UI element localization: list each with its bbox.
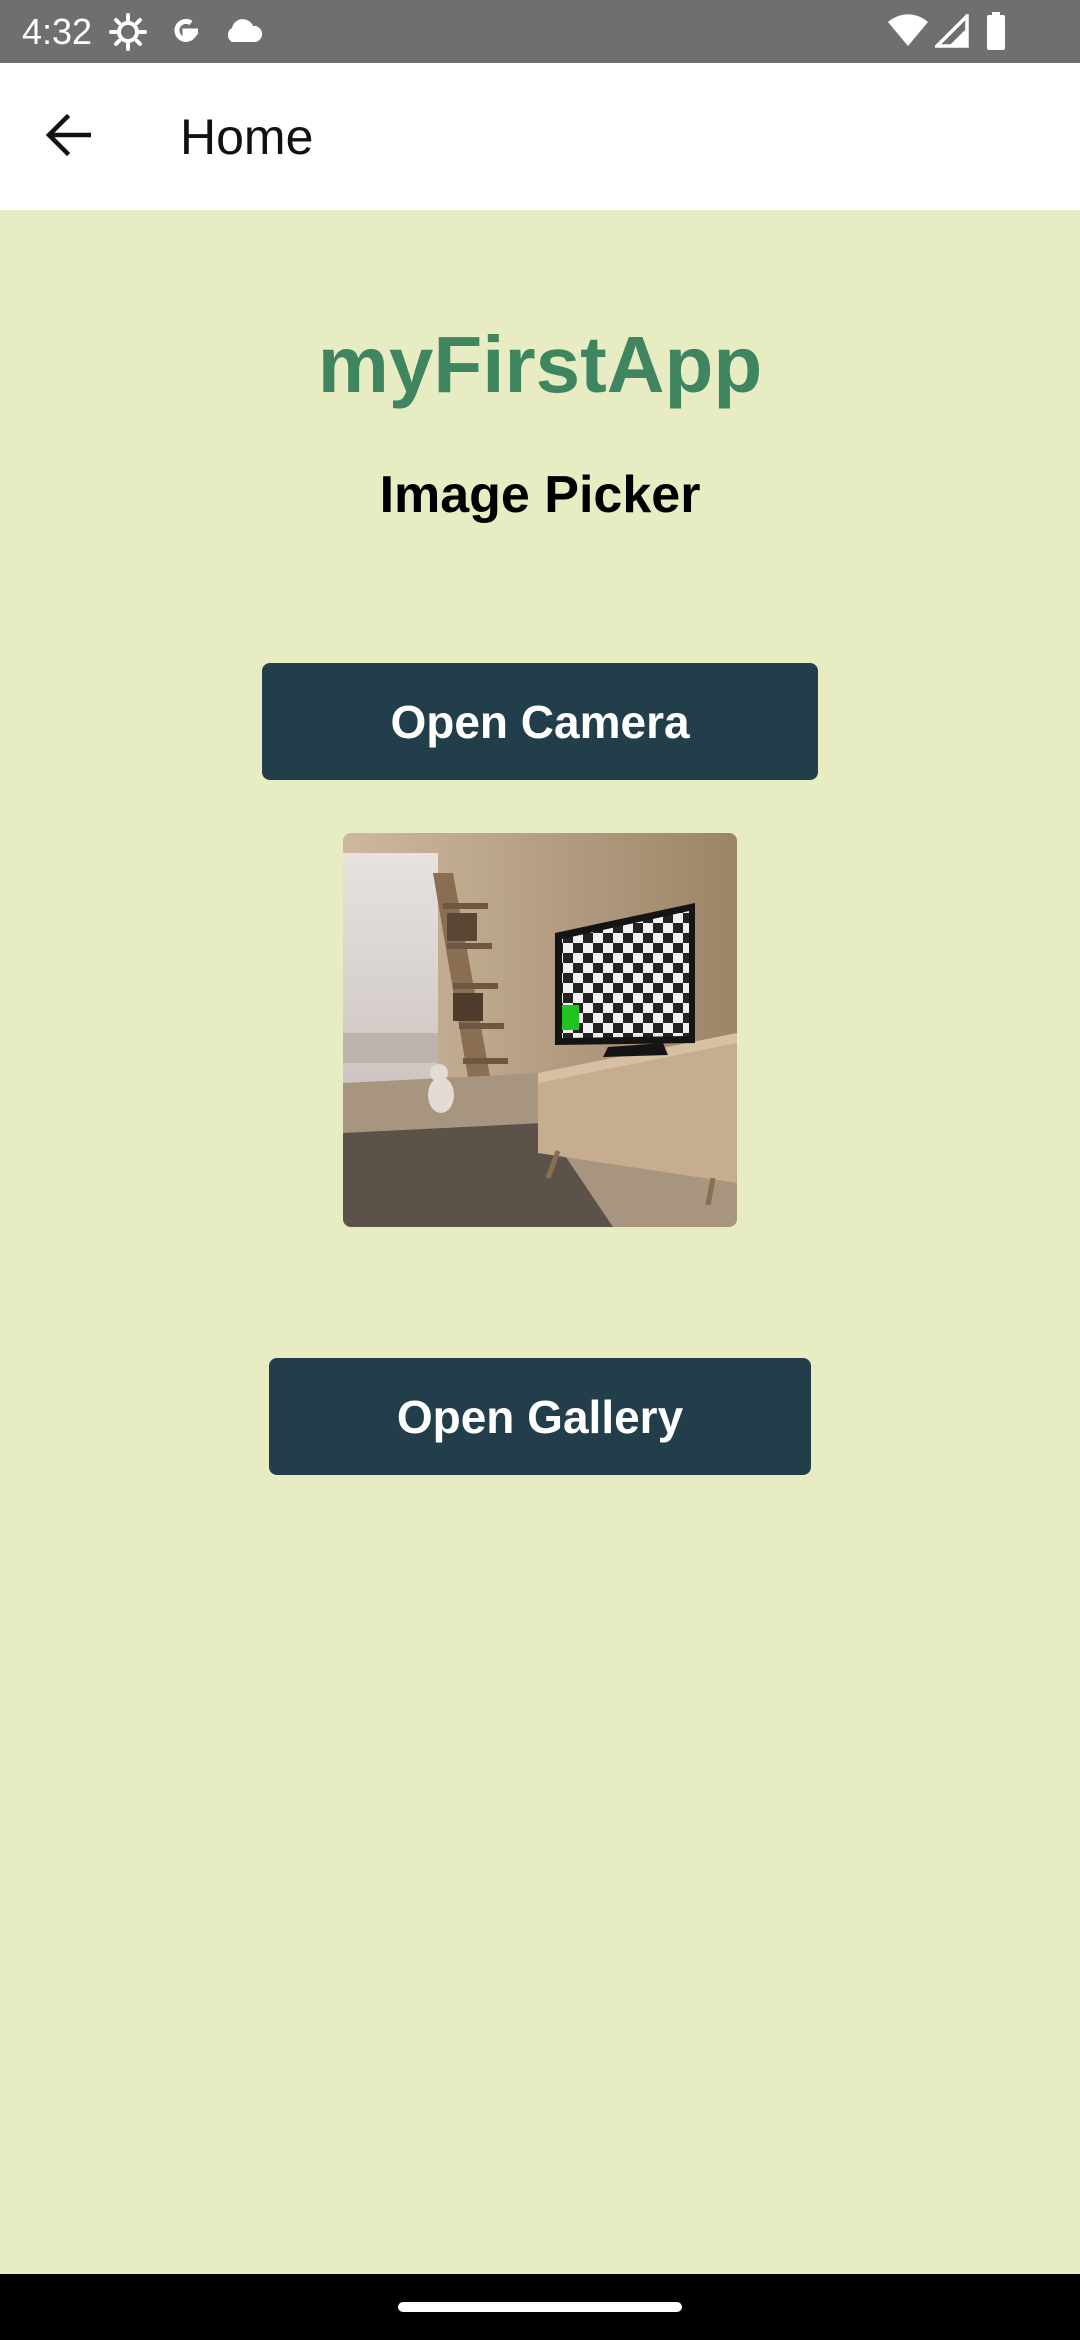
app-bar: Home xyxy=(0,63,1080,210)
settings-gear-icon xyxy=(108,12,148,52)
open-camera-button[interactable]: Open Camera xyxy=(262,663,818,780)
open-gallery-button[interactable]: Open Gallery xyxy=(269,1358,811,1475)
wifi-icon xyxy=(887,14,929,54)
page-title: Home xyxy=(180,109,314,165)
section-title: Image Picker xyxy=(379,466,701,524)
main-content: myFirstApp Image Picker Open Camera Open… xyxy=(0,210,1080,2274)
status-bar: 4:32 xyxy=(0,0,1080,63)
home-handle[interactable] xyxy=(398,2302,682,2312)
status-time: 4:32 xyxy=(22,11,93,52)
cell-signal-icon xyxy=(935,14,969,54)
gesture-nav-bar xyxy=(0,2274,1080,2340)
cloud-icon xyxy=(222,16,264,56)
arrow-back-icon xyxy=(45,112,92,163)
app-name-heading: myFirstApp xyxy=(317,320,763,409)
google-g-icon xyxy=(166,12,204,52)
back-button[interactable] xyxy=(30,99,106,175)
picked-image-preview xyxy=(343,833,737,1227)
battery-icon xyxy=(986,12,1006,52)
